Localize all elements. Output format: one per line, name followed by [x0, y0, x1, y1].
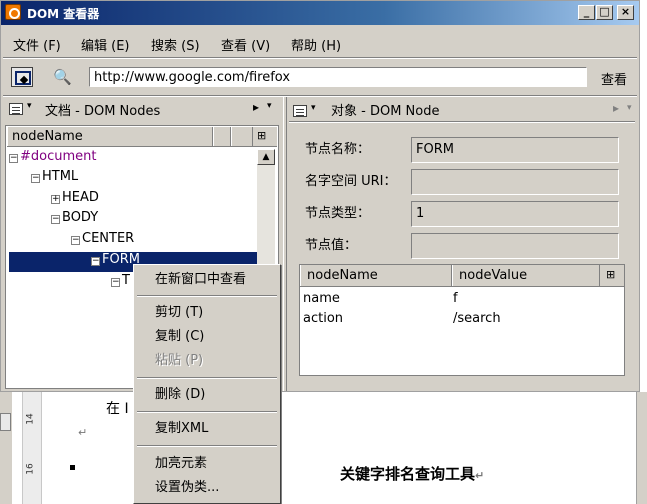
node-label: HTML	[42, 169, 79, 184]
right-panel-separator	[289, 121, 635, 123]
chevron-down-icon[interactable]: ▾	[627, 103, 632, 113]
column-spacer[interactable]	[231, 127, 253, 146]
left-gutter	[0, 392, 12, 504]
chevron-down-icon[interactable]: ▾	[311, 103, 316, 113]
document-scrollbar[interactable]	[636, 392, 647, 504]
column-picker-icon[interactable]: ⊞	[606, 268, 615, 281]
node-name-field[interactable]: FORM	[411, 137, 619, 163]
menu-item-delete[interactable]: 删除 (D)	[134, 384, 280, 406]
column-nodename[interactable]: nodeName	[7, 127, 213, 146]
maximize-button[interactable]: □	[596, 5, 613, 20]
node-type-field[interactable]: 1	[411, 201, 619, 227]
menu-separator	[137, 411, 277, 413]
view-button[interactable]: 查看	[601, 69, 627, 88]
tree-node-document[interactable]: − #document	[9, 149, 96, 169]
collapse-icon[interactable]: −	[51, 215, 60, 224]
attr-value-cell[interactable]: f	[453, 291, 458, 306]
menu-item-cut[interactable]: 剪切 (T)	[134, 302, 280, 324]
close-button[interactable]: ×	[617, 5, 634, 20]
menu-item-highlight-element[interactable]: 加亮元素	[134, 453, 280, 475]
menu-item-view-in-new-window[interactable]: 在新窗口中查看	[134, 269, 280, 291]
vertical-ruler: 14 16	[22, 392, 42, 504]
node-label: BODY	[62, 210, 99, 225]
node-label: CENTER	[82, 231, 135, 246]
panel-menu-icon[interactable]	[293, 105, 307, 117]
node-label: #document	[20, 149, 97, 164]
attr-value-cell[interactable]: /search	[453, 311, 501, 326]
node-label: HEAD	[62, 190, 99, 205]
column-picker-icon[interactable]: ⊞	[257, 129, 266, 142]
menu-item-copy-xml[interactable]: 复制XML	[134, 418, 280, 440]
menu-item-copy[interactable]: 复制 (C)	[134, 326, 280, 348]
menu-separator	[137, 295, 277, 297]
tree-node-head[interactable]: + HEAD	[51, 190, 99, 210]
column-nodename[interactable]: nodeName	[300, 265, 452, 286]
tree-node-center[interactable]: − CENTER	[71, 231, 134, 251]
collapse-icon[interactable]: −	[111, 278, 120, 287]
attr-name-cell[interactable]: action	[303, 311, 343, 326]
right-panel-arrow-icon[interactable]: ▸	[613, 101, 619, 115]
menu-separator	[3, 57, 637, 59]
attributes-table: nodeName nodeValue ⊞ name f action /sear…	[299, 264, 625, 376]
return-mark: ↵	[78, 426, 88, 439]
url-input[interactable]	[89, 67, 587, 87]
node-value-label: 节点值：	[305, 238, 358, 253]
menu-search[interactable]: 搜索 (S)	[151, 35, 200, 54]
expand-icon[interactable]: +	[51, 195, 60, 204]
menu-help[interactable]: 帮助 (H)	[291, 35, 341, 54]
tree-column-header: nodeName ⊞	[7, 127, 277, 147]
menu-item-paste: 粘贴 (P)	[155, 353, 204, 368]
left-panel-arrow-icon[interactable]: ▸	[253, 100, 259, 114]
background-document	[0, 392, 647, 504]
attr-name-cell[interactable]: name	[303, 291, 340, 306]
panel-splitter[interactable]	[283, 97, 287, 391]
right-panel-title: 对象 - DOM Node	[331, 104, 440, 119]
bullet-point	[70, 465, 75, 470]
context-menu: 在新窗口中查看 剪切 (T) 复制 (C) 粘贴 (P) 删除 (D) 复制XM…	[133, 264, 281, 504]
collapse-icon[interactable]: −	[9, 154, 18, 163]
panel-menu-icon[interactable]	[9, 103, 23, 115]
binoculars-icon[interactable]: 🔍	[53, 68, 72, 86]
scroll-up-icon[interactable]: ▲	[257, 149, 275, 165]
node-type-label: 节点类型：	[305, 206, 371, 221]
tree-node-body[interactable]: − BODY	[51, 210, 98, 230]
namespace-uri-field[interactable]	[411, 169, 619, 195]
node-label: T	[122, 273, 130, 288]
minimize-button[interactable]: _	[578, 5, 595, 20]
collapse-icon[interactable]: −	[71, 236, 80, 245]
tree-node-html[interactable]: − HTML	[31, 169, 78, 189]
inspect-element-button[interactable]	[11, 67, 33, 87]
left-panel-header: ▾ 文档 - DOM Nodes ▸ ▾	[5, 97, 281, 121]
column-spacer[interactable]	[213, 127, 231, 146]
document-heading-text: 关键字排名查询工具	[340, 465, 476, 483]
chevron-down-icon[interactable]: ▾	[267, 101, 272, 111]
ruler-label-16: 16	[25, 463, 36, 475]
tree-node-child[interactable]: − T	[111, 273, 130, 293]
menu-separator	[137, 377, 277, 379]
document-text-fragment: 在 I	[106, 401, 129, 417]
menu-file[interactable]: 文件 (F)	[13, 35, 61, 54]
node-value-field[interactable]	[411, 233, 619, 259]
app-icon	[5, 4, 21, 20]
menu-separator	[137, 445, 277, 447]
window-title: DOM 查看器	[27, 7, 100, 21]
menu-bar: 文件 (F) 编辑 (E) 搜索 (S) 查看 (V) 帮助 (H)	[1, 27, 639, 57]
attributes-table-header: nodeName nodeValue ⊞	[300, 265, 624, 287]
dom-inspector-window: DOM 查看器 _ □ × 文件 (F) 编辑 (E) 搜索 (S) 查看 (V…	[0, 0, 640, 392]
document-heading: 关键字排名查询工具↵	[340, 463, 484, 484]
menu-view[interactable]: 查看 (V)	[221, 35, 270, 54]
column-nodevalue[interactable]: nodeValue	[452, 265, 600, 286]
namespace-uri-label: 名字空间 URI：	[305, 174, 397, 189]
title-bar: DOM 查看器 _ □ ×	[1, 1, 639, 25]
collapse-icon[interactable]: −	[91, 257, 100, 266]
ruler-label-14: 14	[25, 413, 36, 425]
collapse-icon[interactable]: −	[31, 174, 40, 183]
menu-item-set-pseudo-class[interactable]: 设置伪类...	[134, 477, 280, 499]
heading-return-mark: ↵	[475, 469, 485, 482]
menu-edit[interactable]: 编辑 (E)	[81, 35, 130, 54]
left-panel-title: 文档 - DOM Nodes	[45, 104, 161, 119]
node-name-label: 节点名称：	[305, 142, 371, 157]
chevron-down-icon[interactable]: ▾	[27, 101, 32, 111]
gutter-button[interactable]	[0, 413, 11, 431]
